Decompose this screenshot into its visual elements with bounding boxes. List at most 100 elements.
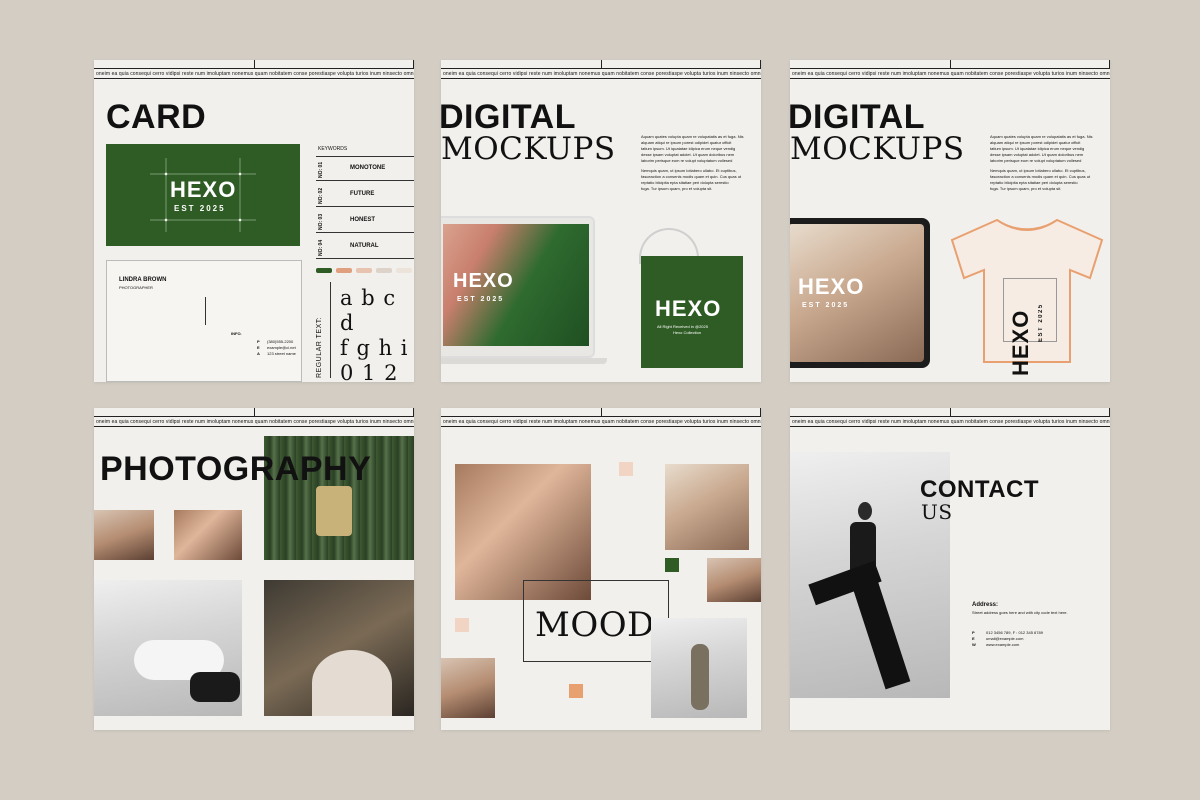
slide-photography[interactable]: oneim ea quia consequi cerro vidipsi res…	[94, 408, 414, 730]
card-line: 123 street name	[267, 351, 296, 356]
slide-title: DIGITAL	[441, 98, 576, 136]
specimen-line: f g h i	[340, 336, 409, 360]
mood-photo	[707, 558, 761, 602]
slide-mood[interactable]: oneim ea quia consequi cerro vidipsi res…	[441, 408, 761, 730]
slide-title: CONTACT	[920, 476, 1040, 503]
body-line: fuga. Tur ipsum quam, pro et volupta sit…	[990, 186, 1062, 191]
address-label: Address:	[972, 602, 999, 608]
color-swatch	[316, 268, 332, 273]
keyword-label: NATURAL	[350, 243, 379, 249]
body-text: Aquam quates volupta quam re volupatatis…	[990, 134, 1106, 192]
slide-contact[interactable]: oneim ea quia consequi cerro vidipsi res…	[790, 408, 1110, 730]
jacket-in-photo	[190, 672, 240, 702]
slide-subtitle: MOCKUPS	[441, 131, 616, 167]
ticker-strip: oneim ea quia consequi cerro vidipsi res…	[94, 68, 414, 79]
slide-digital-mockups-2[interactable]: oneim ea quia consequi cerro vidipsi res…	[790, 60, 1110, 382]
slide-subtitle: US	[921, 500, 953, 524]
card-letter: A	[257, 351, 260, 356]
slide-title: DIGITAL	[790, 98, 925, 136]
laptop-base	[441, 358, 607, 364]
specimen-line: 0 1 2 %	[340, 361, 399, 382]
figure-in-photo	[691, 644, 709, 710]
head-in-photo	[858, 502, 872, 520]
color-swatch	[356, 268, 372, 273]
accent-square	[665, 558, 679, 572]
business-card-back: LINDRA BROWN PHOTOGRAPHER INFO. P E A (3…	[106, 260, 302, 382]
bag-logo: HEXO	[655, 296, 722, 321]
keyword-row: NO: 04 NATURAL	[316, 234, 414, 259]
top-rule	[254, 408, 414, 416]
keyword-number: NO: 04	[318, 239, 324, 256]
portrait-photo	[94, 510, 154, 560]
top-rule	[601, 408, 761, 416]
keyword-number: NO: 01	[318, 161, 324, 178]
color-swatch	[336, 268, 352, 273]
contact-value: www.example.com	[986, 642, 1020, 647]
slide-card[interactable]: oneim ea quia consequi cerro vidipsi res…	[94, 60, 414, 382]
color-swatch	[376, 268, 392, 273]
laptop-logo: HEXO	[453, 270, 514, 292]
keyword-label: MONOTONE	[350, 165, 386, 171]
green-card-front: HEXO EST 2025	[106, 144, 300, 246]
keyword-label: HONEST	[350, 217, 376, 223]
keyword-label: FUTURE	[350, 191, 375, 197]
brand-sub: EST 2025	[174, 204, 226, 213]
brand-logo: HEXO	[170, 177, 237, 202]
tablet-sub: EST 2025	[802, 302, 850, 309]
slide-subtitle: MOCKUPS	[790, 131, 965, 167]
ticker-strip: oneim ea quia consequi cerro vidipsi res…	[790, 416, 1110, 427]
top-rule	[254, 60, 414, 68]
laptop-mockup: HEXO EST 2025	[441, 216, 595, 358]
specimen-line: a b c d	[340, 286, 397, 335]
keywords-panel: KEYWORDS NO: 01 MONOTONE NO: 02 FUTURE N…	[316, 142, 414, 262]
mood-photo	[651, 618, 747, 718]
keyword-row: NO: 03 HONEST	[316, 208, 414, 233]
type-specimen: a b c d f g h i 0 1 2 %	[340, 286, 414, 382]
color-swatch	[396, 268, 412, 273]
bag-in-photo	[316, 486, 352, 536]
shirt-sub: EST 2025	[1038, 303, 1044, 342]
slide-digital-mockups-1[interactable]: oneim ea quia consequi cerro vidipsi res…	[441, 60, 761, 382]
mood-photo	[665, 464, 749, 550]
accent-square	[455, 618, 469, 632]
accent-square	[569, 684, 583, 698]
card-info-label: INFO.	[231, 331, 242, 336]
body-text: Aquam quates volupta quam re volupatatis…	[641, 134, 757, 192]
card-name: LINDRA BROWN	[119, 277, 167, 283]
specimen-divider	[330, 282, 331, 378]
address-text: Street address goes here and with city c…	[972, 610, 1068, 615]
ticker-strip: oneim ea quia consequi cerro vidipsi res…	[441, 416, 761, 427]
card-divider	[205, 297, 206, 325]
laptop-sub: EST 2025	[457, 296, 505, 303]
lying-photo	[94, 580, 242, 716]
mood-photo	[441, 658, 495, 718]
keyword-row: NO: 01 MONOTONE	[316, 156, 414, 181]
slide-title: PHOTOGRAPHY	[100, 450, 372, 488]
contact-key: W	[972, 642, 976, 647]
top-rule	[601, 60, 761, 68]
top-rule	[950, 60, 1110, 68]
card-role: PHOTOGRAPHER	[119, 285, 153, 290]
keyword-number: NO: 03	[318, 213, 324, 230]
top-rule	[950, 408, 1110, 416]
body-line: fuga. Tur ipsum quam, pro et volupta sit…	[641, 186, 713, 191]
keyword-row: NO: 02 FUTURE	[316, 182, 414, 207]
portrait-photo	[174, 510, 242, 560]
shirt-logo: HEXO	[1008, 309, 1033, 376]
tablet-logo: HEXO	[798, 274, 865, 299]
keyword-number: NO: 02	[318, 187, 324, 204]
faces-photo	[264, 580, 414, 716]
shopping-bag: HEXO All Right Received in @2025 Hexo Co…	[641, 256, 743, 368]
mood-word: MOOD	[535, 605, 655, 645]
face-in-photo	[312, 650, 392, 716]
accent-square	[619, 462, 633, 476]
bag-line: Hexo Collection	[673, 330, 702, 335]
ticker-strip: oneim ea quia consequi cerro vidipsi res…	[441, 68, 761, 79]
ticker-strip: oneim ea quia consequi cerro vidipsi res…	[790, 68, 1110, 79]
tablet-mockup: HEXO EST 2025	[790, 218, 930, 368]
leg-in-photo	[851, 576, 911, 690]
presentation-stage: oneim ea quia consequi cerro vidipsi res…	[0, 0, 1200, 800]
ticker-strip: oneim ea quia consequi cerro vidipsi res…	[94, 416, 414, 427]
keywords-header: KEYWORDS	[318, 146, 348, 152]
regular-text-label: REGULAR TEXT:	[316, 316, 323, 378]
